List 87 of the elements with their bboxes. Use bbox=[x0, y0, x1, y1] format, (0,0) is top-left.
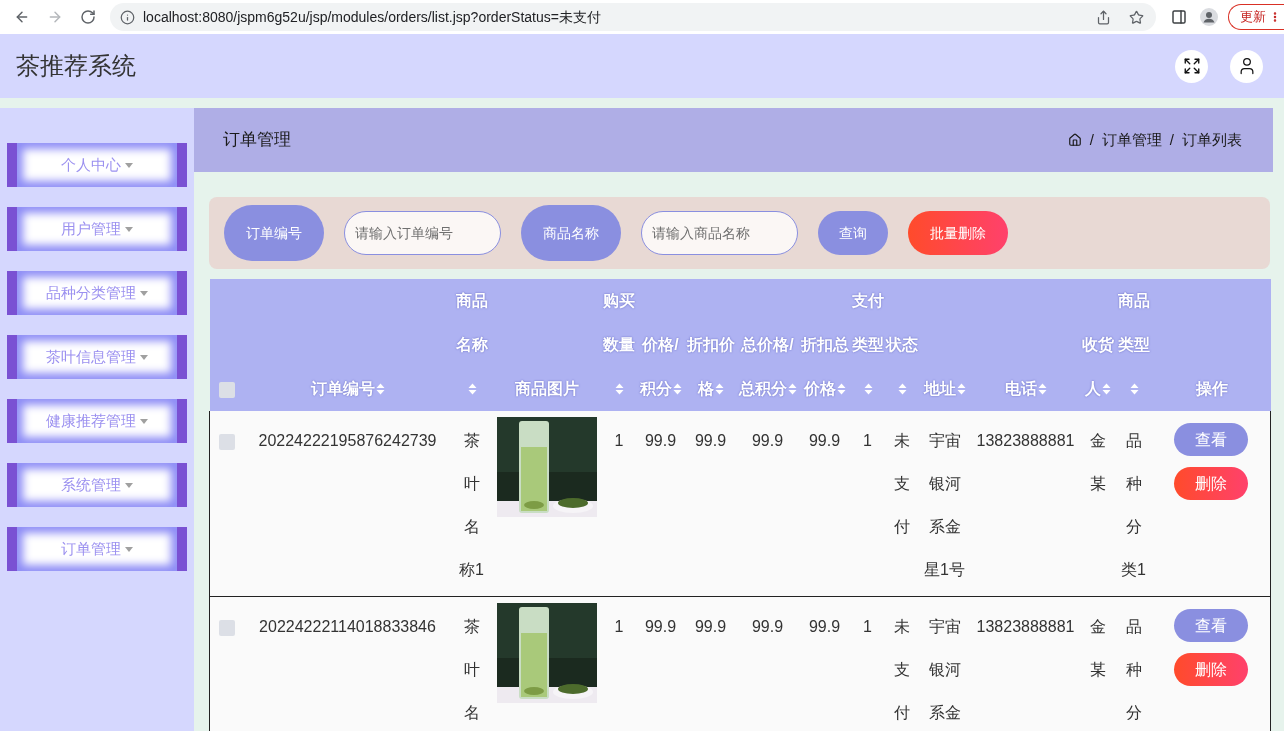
table-cell: 1 bbox=[850, 596, 885, 731]
search-button[interactable]: 查询 bbox=[818, 211, 888, 255]
breadcrumb-current: 订单列表 bbox=[1182, 129, 1242, 150]
breadcrumb-separator: / bbox=[1169, 129, 1174, 150]
table-cell: 99.9 bbox=[736, 411, 799, 597]
caret-icon bbox=[140, 290, 148, 296]
table-cell: 宇宙银河系金星1号 bbox=[918, 411, 971, 597]
table-cell: 1 bbox=[601, 411, 637, 597]
avatar-icon[interactable] bbox=[1200, 8, 1218, 26]
reload-icon[interactable] bbox=[80, 9, 96, 25]
column-header[interactable]: 电话 bbox=[972, 367, 1079, 411]
column-header[interactable]: 状态 bbox=[884, 323, 919, 411]
caret-icon bbox=[125, 482, 133, 488]
table-cell: 99.9 bbox=[684, 411, 737, 597]
table-cell: 品种分类1 bbox=[1114, 411, 1153, 597]
table-cell: 茶叶名称1 bbox=[451, 411, 492, 597]
sidebar-menu-item[interactable]: 个人中心 bbox=[7, 143, 187, 187]
sidebar-menu-item[interactable]: 品种分类管理 bbox=[7, 271, 187, 315]
column-header[interactable]: 订单编号 bbox=[247, 367, 448, 411]
column-header[interactable]: 商品名称 bbox=[454, 279, 489, 411]
sidebar-menu-item[interactable]: 订单管理 bbox=[7, 527, 187, 571]
view-button[interactable]: 查看 bbox=[1174, 423, 1249, 456]
table-cell: 金某 bbox=[1080, 596, 1115, 731]
table-cell: 1 bbox=[601, 596, 637, 731]
column-header[interactable]: 价格/积分 bbox=[638, 323, 683, 411]
search-input[interactable]: 请输入商品名称 bbox=[641, 211, 798, 255]
column-header: 操作 bbox=[1194, 379, 1229, 399]
table-cell: 99.9 bbox=[736, 596, 799, 731]
table-cell: 未支付 bbox=[884, 596, 919, 731]
delete-button[interactable]: 删除 bbox=[1174, 467, 1249, 500]
caret-icon bbox=[125, 546, 133, 552]
table-cell: 宇宙银河系金 bbox=[918, 596, 971, 731]
column-header[interactable]: 购买数量 bbox=[602, 279, 636, 411]
table-cell: 99.9 bbox=[798, 411, 851, 597]
table-cell: 99.9 bbox=[684, 596, 737, 731]
back-arrow-icon[interactable] bbox=[14, 9, 30, 25]
table-cell: 金某 bbox=[1080, 411, 1115, 597]
batch-delete-button[interactable]: 批量删除 bbox=[908, 211, 1008, 255]
side-panel-icon[interactable] bbox=[1171, 9, 1187, 25]
column-header[interactable]: 支付类型 bbox=[850, 279, 885, 411]
column-header[interactable]: 商品类型 bbox=[1116, 279, 1151, 411]
table-cell: 未支付 bbox=[884, 411, 919, 597]
checkbox[interactable] bbox=[218, 619, 235, 636]
caret-icon bbox=[125, 162, 133, 168]
sidebar-menu-item[interactable]: 健康推荐管理 bbox=[7, 399, 187, 443]
fullscreen-button[interactable] bbox=[1175, 49, 1208, 83]
app-title: 茶推荐系统 bbox=[16, 51, 136, 81]
table-cell: 99.9 bbox=[798, 596, 851, 731]
column-header[interactable]: 折扣总价格 bbox=[799, 323, 850, 411]
star-icon[interactable] bbox=[1129, 9, 1144, 25]
sidebar-menu-item[interactable]: 用户管理 bbox=[7, 207, 187, 251]
column-header[interactable]: 折扣价格 bbox=[685, 323, 736, 411]
caret-icon bbox=[125, 226, 133, 232]
table-cell: 99.9 bbox=[636, 596, 685, 731]
breadcrumb-separator: / bbox=[1089, 129, 1094, 150]
column-header: 商品图片 bbox=[513, 379, 580, 399]
checkbox[interactable] bbox=[218, 381, 235, 398]
column-header[interactable]: 总价格/总积分 bbox=[737, 323, 798, 411]
view-button[interactable]: 查看 bbox=[1174, 609, 1249, 642]
update-button[interactable]: 更新 bbox=[1228, 4, 1284, 30]
share-icon[interactable] bbox=[1096, 9, 1111, 25]
home-icon[interactable] bbox=[1067, 133, 1082, 147]
table-cell: 13823888881 bbox=[970, 411, 1081, 597]
info-icon[interactable] bbox=[120, 9, 135, 25]
breadcrumb-link[interactable]: 订单管理 bbox=[1101, 128, 1162, 152]
column-header[interactable]: 收货人 bbox=[1080, 323, 1115, 411]
caret-icon bbox=[140, 354, 148, 360]
user-button[interactable] bbox=[1230, 49, 1263, 83]
sidebar-menu-item[interactable]: 系统管理 bbox=[7, 463, 187, 507]
search-input[interactable]: 请输入订单编号 bbox=[344, 211, 501, 255]
address-bar[interactable]: localhost:8080/jspm6g52u/jsp/modules/orders/list.jsp?orderStatus=未支付 bbox=[110, 3, 1156, 31]
expand-icon bbox=[1182, 57, 1201, 75]
delete-button[interactable]: 删除 bbox=[1174, 653, 1249, 686]
caret-icon bbox=[140, 418, 148, 424]
table-cell: 99.9 bbox=[636, 411, 685, 597]
sidebar-menu-item[interactable]: 茶叶信息管理 bbox=[7, 335, 187, 379]
field-label: 订单编号 bbox=[224, 205, 324, 261]
table-cell: 1 bbox=[850, 411, 885, 597]
table-cell: 茶叶名 bbox=[451, 596, 492, 731]
table-cell: 20224222114018833846 bbox=[243, 596, 452, 731]
checkbox[interactable] bbox=[218, 433, 235, 450]
field-label: 商品名称 bbox=[521, 205, 621, 261]
table-cell: 品种分 bbox=[1114, 596, 1153, 731]
column-header[interactable]: 地址 bbox=[920, 367, 969, 411]
table-cell: 13823888881 bbox=[970, 596, 1081, 731]
page-title: 订单管理 bbox=[223, 129, 291, 152]
table-cell: 20224222195876242739 bbox=[243, 411, 452, 597]
